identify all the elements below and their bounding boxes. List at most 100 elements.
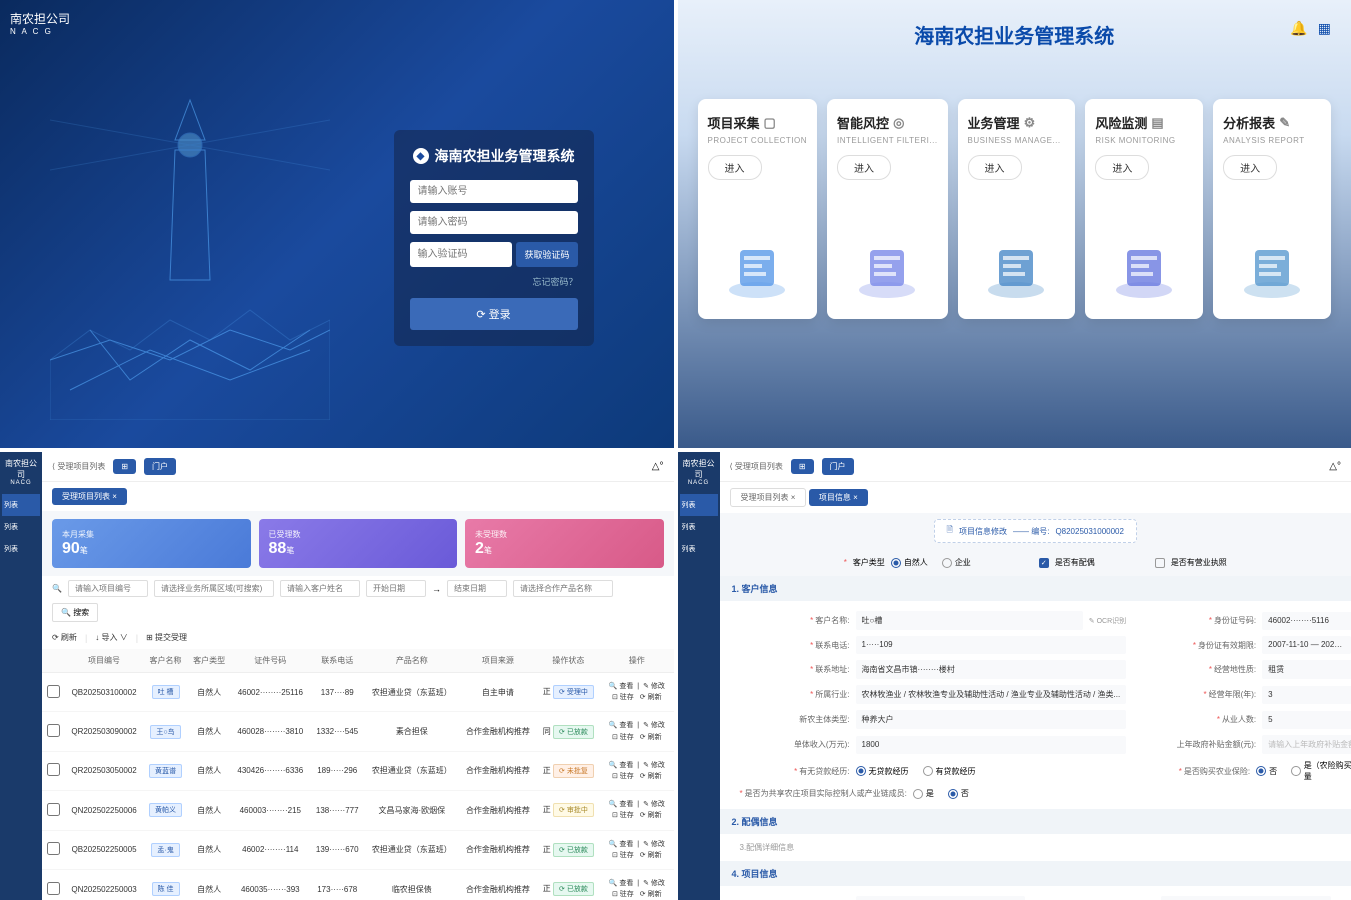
search-button[interactable]: 🔍 搜索	[52, 603, 98, 622]
tool-1[interactable]: ↓ 导入 ∨	[95, 632, 127, 643]
radio-noloan[interactable]: 无贷款经历	[856, 766, 909, 777]
tab-grid[interactable]: ⊞	[113, 459, 136, 474]
cell-name[interactable]: 孟·鬼	[151, 843, 179, 857]
enter-button[interactable]: 进入	[837, 155, 891, 180]
action-modify[interactable]: ✎ 修改	[643, 762, 665, 769]
radio-coop-yes[interactable]: 是	[913, 788, 934, 799]
cell-name[interactable]: 吐 槽	[152, 685, 180, 699]
row-checkbox[interactable]	[47, 803, 60, 816]
table-row: QN202502250003 陈 佳 自然人 460035·······393 …	[42, 869, 674, 900]
filter-area[interactable]	[154, 580, 274, 597]
field-biz-area[interactable]: 文昌市	[856, 896, 1026, 900]
enter-button[interactable]: 进入	[1095, 155, 1149, 180]
filter-product[interactable]	[513, 580, 613, 597]
row-checkbox[interactable]	[47, 882, 60, 895]
notify-icon[interactable]: △°	[652, 461, 664, 472]
action-refresh[interactable]: ⟳ 刷新	[640, 891, 662, 898]
password-input[interactable]	[410, 211, 578, 234]
field-income[interactable]: 1800	[856, 736, 1127, 754]
radio-natural[interactable]: 自然人	[891, 557, 928, 568]
field-idno[interactable]: 46002········5116	[1262, 612, 1351, 630]
cell-name[interactable]: 王○鸟	[150, 725, 180, 739]
action-stay[interactable]: ⊡ 驻存	[612, 773, 634, 780]
enter-button[interactable]: 进入	[1223, 155, 1277, 180]
enter-button[interactable]: 进入	[708, 155, 762, 180]
account-input[interactable]	[410, 180, 578, 203]
row-checkbox[interactable]	[47, 724, 60, 737]
action-stay[interactable]: ⊡ 驻存	[612, 812, 634, 819]
action-view[interactable]: 🔍 查看	[609, 683, 634, 690]
field-industry[interactable]: 农林牧渔业 / 农林牧渔专业及辅助性活动 / 渔业专业及辅助性活动 / 渔类..…	[856, 685, 1127, 704]
field-house[interactable]: 租赁	[1262, 660, 1351, 679]
field-subsidy[interactable]: 请输入上年政府补贴金额(元)	[1262, 735, 1351, 754]
action-view[interactable]: 🔍 查看	[609, 880, 634, 887]
tab-list[interactable]: 受理项目列表 ×	[52, 488, 127, 505]
field-years[interactable]: 3	[1262, 686, 1351, 704]
filter-end[interactable]	[447, 580, 507, 597]
action-stay[interactable]: ⊡ 驻存	[612, 852, 634, 859]
verify-code-input[interactable]	[410, 242, 513, 267]
radio-hasloan[interactable]: 有贷款经历	[923, 766, 976, 777]
cell-name[interactable]: 黄蓝谱	[149, 764, 182, 778]
action-view[interactable]: 🔍 查看	[609, 722, 634, 729]
action-modify[interactable]: ✎ 修改	[643, 683, 665, 690]
field-idvalid[interactable]: 2007-11-10 — 2027-11-10	[1262, 636, 1351, 654]
filter-start[interactable]	[366, 580, 426, 597]
field-tel[interactable]: 1·····109	[856, 636, 1127, 654]
action-refresh[interactable]: ⟳ 刷新	[640, 773, 662, 780]
login-button[interactable]: ⟳ 登录	[410, 298, 578, 330]
tool-0[interactable]: ⟳ 刷新	[52, 632, 77, 643]
sidebar-item-0[interactable]: 列表	[2, 494, 40, 516]
action-stay[interactable]: ⊡ 驻存	[612, 694, 634, 701]
bell-icon[interactable]: 🔔	[1290, 20, 1307, 37]
filter-name[interactable]	[280, 580, 360, 597]
get-code-button[interactable]: 获取验证码	[516, 242, 577, 267]
row-checkbox[interactable]	[47, 842, 60, 855]
cell-name[interactable]: 陈 佳	[152, 882, 180, 896]
field-name[interactable]: 吐○槽	[856, 611, 1083, 630]
row-checkbox[interactable]	[47, 763, 60, 776]
radio-enterprise[interactable]: 企业	[942, 557, 971, 568]
enter-button[interactable]: 进入	[968, 155, 1022, 180]
forgot-password-link[interactable]: 忘记密码？	[410, 275, 578, 288]
cell-name[interactable]: 黄帕义	[149, 803, 182, 817]
field-addr[interactable]: 海南省文昌市镇········楼村	[856, 660, 1127, 679]
action-view[interactable]: 🔍 查看	[609, 801, 634, 808]
row-checkbox[interactable]	[47, 685, 60, 698]
action-modify[interactable]: ✎ 修改	[643, 880, 665, 887]
tab-list[interactable]: 受理项目列表 ×	[730, 488, 807, 507]
sidebar-item-1[interactable]: 列表	[2, 516, 40, 538]
field-product[interactable]: 农担通业贷（东蓝班）	[1161, 896, 1331, 900]
action-stay[interactable]: ⊡ 驻存	[612, 891, 634, 898]
filter-code[interactable]	[68, 580, 148, 597]
notify-icon[interactable]: △°	[1329, 461, 1341, 472]
field-emp[interactable]: 5	[1262, 711, 1351, 729]
tab-portal[interactable]: 门户	[144, 458, 176, 475]
tab-detail[interactable]: 项目信息 ×	[809, 489, 868, 506]
pledge-check[interactable]: ✓是否有配偶	[1039, 557, 1095, 568]
action-refresh[interactable]: ⟳ 刷新	[640, 694, 662, 701]
card-subtitle: INTELLIGENT FILTERI...	[837, 136, 938, 145]
sidebar-item-2[interactable]: 列表	[680, 538, 718, 560]
tab-grid[interactable]: ⊞	[791, 459, 814, 474]
grid-icon[interactable]: ▦	[1318, 20, 1331, 37]
tab-portal[interactable]: 门户	[822, 458, 854, 475]
action-refresh[interactable]: ⟳ 刷新	[640, 734, 662, 741]
tool-2[interactable]: ⊞ 提交受理	[146, 632, 187, 643]
radio-ins-no[interactable]: 否	[1256, 766, 1277, 777]
action-modify[interactable]: ✎ 修改	[643, 722, 665, 729]
action-modify[interactable]: ✎ 修改	[643, 841, 665, 848]
action-stay[interactable]: ⊡ 驻存	[612, 734, 634, 741]
action-modify[interactable]: ✎ 修改	[643, 801, 665, 808]
license-check[interactable]: 是否有营业执照	[1155, 557, 1227, 568]
action-view[interactable]: 🔍 查看	[609, 841, 634, 848]
action-view[interactable]: 🔍 查看	[609, 762, 634, 769]
field-farmertype[interactable]: 种养大户	[856, 710, 1127, 729]
sidebar-item-1[interactable]: 列表	[680, 516, 718, 538]
radio-coop-no[interactable]: 否	[948, 788, 969, 799]
sidebar-item-2[interactable]: 列表	[2, 538, 40, 560]
action-refresh[interactable]: ⟳ 刷新	[640, 812, 662, 819]
sidebar-item-0[interactable]: 列表	[680, 494, 718, 516]
action-refresh[interactable]: ⟳ 刷新	[640, 852, 662, 859]
radio-ins-yes[interactable]: 是（农险购买数量	[1291, 760, 1351, 782]
